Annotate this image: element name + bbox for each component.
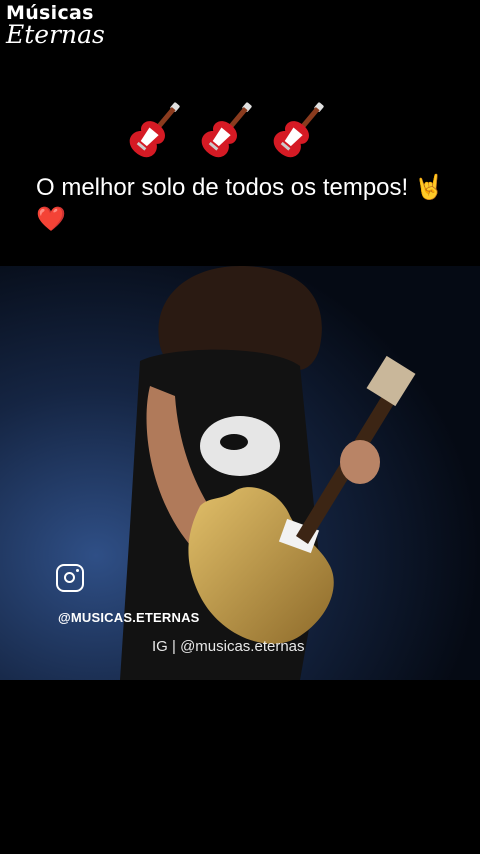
guitar-icon xyxy=(201,102,252,158)
instagram-icon xyxy=(56,564,84,592)
guitar-icon xyxy=(273,102,324,158)
instagram-handle: @MUSICAS.ETERNAS xyxy=(58,610,200,625)
app-logo: Músicas Eternas xyxy=(6,2,105,48)
video-player[interactable]: @MUSICAS.ETERNAS IG | @musicas.eternas xyxy=(0,266,480,680)
watermark-text: IG | @musicas.eternas xyxy=(152,638,305,655)
logo-text-bottom: Eternas xyxy=(6,20,105,49)
caption-text: O melhor solo de todos os tempos! xyxy=(36,174,409,201)
guitar-icon xyxy=(129,102,180,158)
guitar-emoji-row xyxy=(124,94,332,164)
post-caption: O melhor solo de todos os tempos! 🤘❤️ xyxy=(36,172,456,236)
